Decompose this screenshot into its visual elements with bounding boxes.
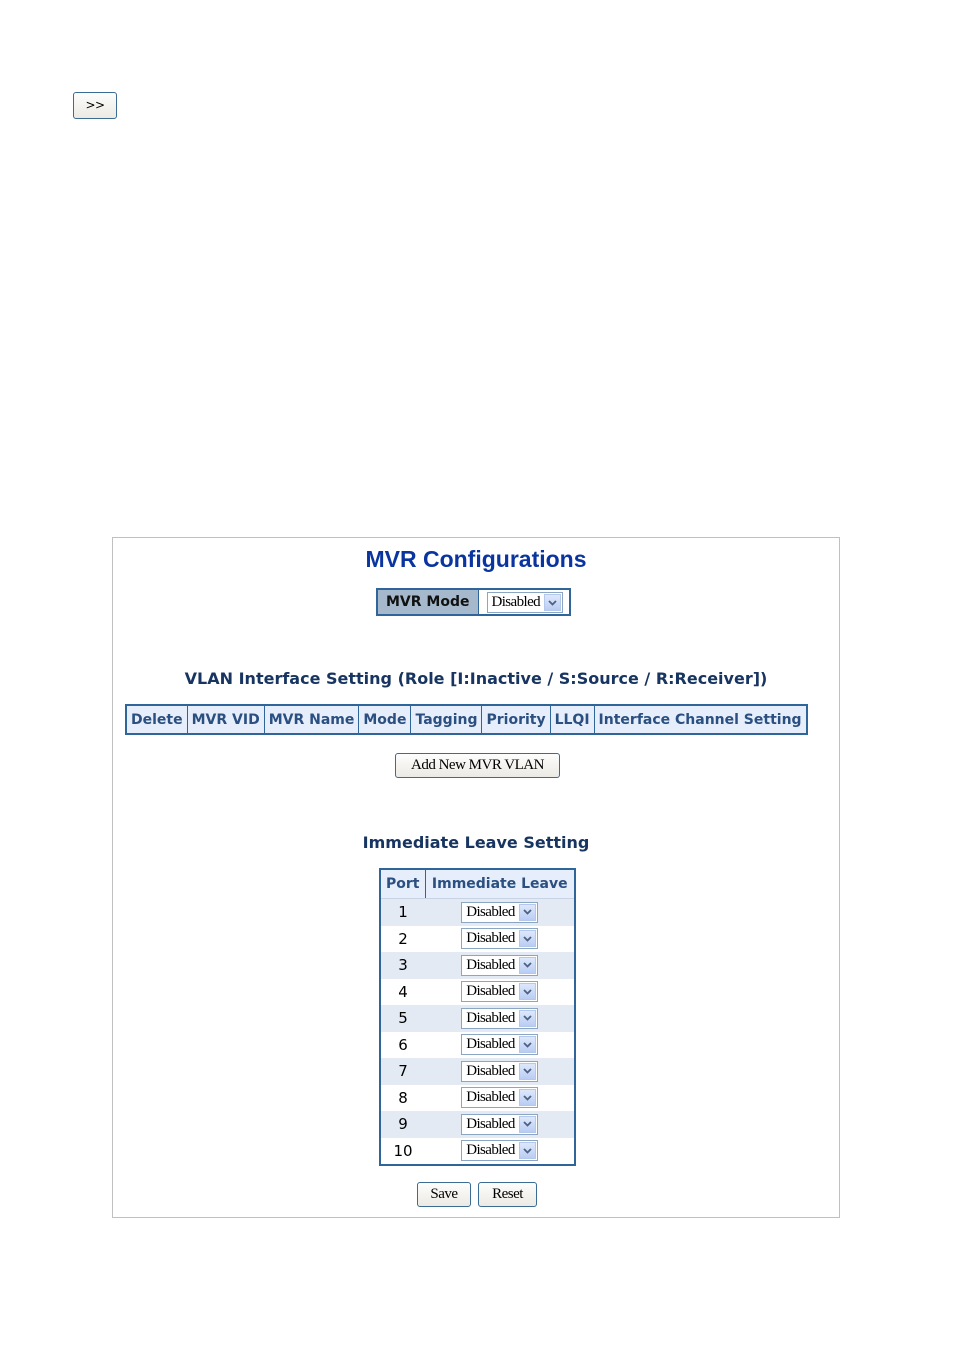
column-header-tagging: Tagging <box>410 704 483 735</box>
column-header-port: Port <box>380 869 426 899</box>
table-row: 7 Disabled <box>380 1058 575 1085</box>
immediate-leave-select[interactable]: Disabled <box>461 901 538 923</box>
chevron-down-icon[interactable] <box>518 1062 536 1080</box>
column-header-immediate-leave: Immediate Leave <box>425 869 575 899</box>
chevron-down-icon[interactable] <box>518 1115 536 1133</box>
chevron-down-icon[interactable] <box>518 983 536 1001</box>
column-header-mode: Mode <box>358 704 412 735</box>
immediate-leave-value: Disabled <box>466 956 515 973</box>
column-header-interface-channel-setting: Interface Channel Setting <box>593 704 808 735</box>
table-row: 10 Disabled <box>380 1137 575 1165</box>
table-row: 4 Disabled <box>380 978 575 1005</box>
immediate-leave-value: Disabled <box>466 983 515 1000</box>
reset-button[interactable]: Reset <box>478 1182 537 1207</box>
immediate-leave-select[interactable]: Disabled <box>461 954 538 976</box>
port-number: 9 <box>380 1111 425 1138</box>
port-number: 1 <box>380 898 425 926</box>
table-row: 8 Disabled <box>380 1084 575 1111</box>
mvr-mode-table: MVR Mode Disabled <box>376 588 572 616</box>
table-row: 1 Disabled <box>380 898 575 926</box>
chevron-down-icon[interactable] <box>518 1009 536 1027</box>
port-number: 5 <box>380 1005 425 1032</box>
page-title: MVR Configurations <box>365 546 587 572</box>
immediate-leave-select[interactable]: Disabled <box>461 1140 538 1162</box>
table-row: 3 Disabled <box>380 952 575 979</box>
mvr-config-panel: MVR Configurations MVR Mode Disabled VLA… <box>112 537 840 1218</box>
immediate-leave-value: Disabled <box>466 1142 515 1159</box>
port-number: 6 <box>380 1031 425 1058</box>
mvr-mode-label: MVR Mode <box>377 589 479 615</box>
chevron-down-icon[interactable] <box>518 1089 536 1107</box>
immediate-leave-select[interactable]: Disabled <box>461 928 538 950</box>
expand-menu-button[interactable]: >> <box>73 92 117 119</box>
immediate-leave-select[interactable]: Disabled <box>461 1060 538 1082</box>
vlan-table-header: Delete MVR VID MVR Name Mode Tagging Priority… <box>125 704 808 735</box>
immediate-leave-select[interactable]: Disabled <box>461 1113 538 1135</box>
chevron-down-icon[interactable] <box>518 956 536 974</box>
port-number: 10 <box>380 1137 425 1165</box>
immediate-leave-table: Port Immediate Leave 1 Disabled 2 Disabled 3… <box>379 868 576 1166</box>
column-header-delete: Delete <box>125 704 188 735</box>
column-header-llqi: LLQI <box>549 704 595 735</box>
immediate-leave-title: Immediate Leave Setting <box>362 833 590 852</box>
immediate-leave-value: Disabled <box>466 1062 515 1079</box>
vlan-section-title: VLAN Interface Setting (Role [I:Inactive… <box>184 669 768 688</box>
port-number: 2 <box>380 925 425 952</box>
immediate-leave-select[interactable]: Disabled <box>461 981 538 1003</box>
immediate-leave-value: Disabled <box>466 1115 515 1132</box>
immediate-leave-select[interactable]: Disabled <box>461 1087 538 1109</box>
chevron-down-icon[interactable] <box>518 1036 536 1054</box>
chevron-down-icon[interactable] <box>518 930 536 948</box>
port-number: 8 <box>380 1084 425 1111</box>
immediate-leave-select[interactable]: Disabled <box>461 1007 538 1029</box>
save-button[interactable]: Save <box>417 1182 471 1207</box>
table-row: 5 Disabled <box>380 1005 575 1032</box>
port-number: 3 <box>380 952 425 979</box>
immediate-leave-value: Disabled <box>466 1036 515 1053</box>
table-row: 9 Disabled <box>380 1111 575 1138</box>
column-header-mvr-name: MVR Name <box>263 704 360 735</box>
column-header-mvr-vid: MVR VID <box>186 704 265 735</box>
chevron-down-icon[interactable] <box>518 1142 536 1160</box>
vlan-interface-table: Delete MVR VID MVR Name Mode Tagging Priority… <box>125 704 808 735</box>
port-number: 4 <box>380 978 425 1005</box>
table-row: 2 Disabled <box>380 925 575 952</box>
mvr-mode-value: Disabled <box>491 594 541 610</box>
port-number: 7 <box>380 1058 425 1085</box>
immediate-leave-value: Disabled <box>466 1089 515 1106</box>
immediate-leave-select[interactable]: Disabled <box>461 1034 538 1056</box>
column-header-priority: Priority <box>481 704 551 735</box>
mvr-mode-select[interactable]: Disabled <box>486 592 564 613</box>
immediate-leave-value: Disabled <box>466 1009 515 1026</box>
chevron-down-icon[interactable] <box>544 594 562 611</box>
immediate-leave-value: Disabled <box>466 930 515 947</box>
chevron-down-icon[interactable] <box>518 903 536 921</box>
add-new-mvr-vlan-button[interactable]: Add New MVR VLAN <box>395 753 560 778</box>
table-row: 6 Disabled <box>380 1031 575 1058</box>
immediate-leave-value: Disabled <box>466 903 515 920</box>
